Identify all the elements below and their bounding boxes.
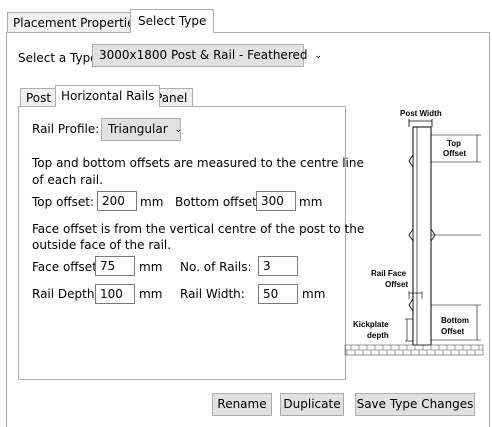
duplicate-button[interactable]: Duplicate bbox=[280, 393, 344, 416]
rail-width-label: Rail Width: bbox=[180, 287, 245, 301]
chevron-down-icon: ⌄ bbox=[174, 125, 183, 135]
top-offset-input[interactable] bbox=[97, 191, 137, 211]
rail-profile-label: Rail Profile: bbox=[32, 122, 100, 136]
chevron-down-icon: ⌄ bbox=[314, 51, 323, 61]
rail-face-label-2: Offset bbox=[385, 280, 408, 289]
top-offset-diagram-label-2: Offset bbox=[443, 149, 466, 158]
ground-hatching bbox=[344, 344, 484, 356]
save-type-changes-button[interactable]: Save Type Changes bbox=[355, 393, 475, 416]
top-offset-unit: mm bbox=[140, 195, 164, 209]
tab-placement-properties[interactable]: Placement Properties bbox=[7, 12, 147, 32]
bottom-offset-diagram-label-2: Offset bbox=[441, 327, 464, 336]
face-note-line1: Face offset is from the vertical centre … bbox=[32, 222, 365, 236]
rail-width-input[interactable] bbox=[258, 284, 298, 304]
rail-face-label: Rail Face bbox=[371, 269, 407, 278]
rail-profile-value: Triangular bbox=[108, 122, 168, 136]
kickplate-label-2: depth bbox=[367, 331, 389, 340]
bottom-offset-label: Bottom offset: bbox=[175, 195, 261, 209]
bottom-offset-unit: mm bbox=[299, 195, 323, 209]
type-select-value: 3000x1800 Post & Rail - Feathered bbox=[99, 48, 308, 62]
rail-depth-unit: mm bbox=[139, 287, 163, 301]
tab-select-type[interactable]: Select Type bbox=[130, 9, 215, 33]
tab-post[interactable]: Post bbox=[20, 88, 58, 106]
rail-middle-shape bbox=[408, 227, 414, 243]
post-shape bbox=[412, 126, 432, 346]
rename-button[interactable]: Rename bbox=[212, 393, 272, 416]
rail-profile-dropdown[interactable]: Triangular ⌄ bbox=[101, 118, 183, 141]
tab-horizontal-rails[interactable]: Horizontal Rails bbox=[55, 85, 161, 107]
post-rail-diagram: Post Width Top Offset Bottom Offset Rail… bbox=[344, 109, 484, 356]
offset-note-line1: Top and bottom offsets are measured to t… bbox=[32, 156, 364, 170]
type-select-dropdown[interactable]: 3000x1800 Post & Rail - Feathered ⌄ bbox=[92, 44, 322, 67]
rail-top-shape bbox=[408, 153, 414, 169]
num-rails-label: No. of Rails: bbox=[180, 260, 252, 274]
face-offset-label: Face offset: bbox=[32, 260, 101, 274]
kickplate-label: Kickplate bbox=[353, 320, 389, 329]
face-offset-unit: mm bbox=[139, 260, 163, 274]
face-note-line2: outside face of the rail. bbox=[32, 238, 172, 252]
face-offset-input[interactable] bbox=[95, 256, 135, 276]
rail-width-unit: mm bbox=[302, 287, 326, 301]
rail-depth-input[interactable] bbox=[95, 284, 135, 304]
rail-bottom-shape bbox=[408, 297, 414, 313]
rail-depth-label: Rail Depth: bbox=[32, 287, 99, 301]
offset-note-line2: of each rail. bbox=[32, 173, 103, 187]
bottom-offset-input[interactable] bbox=[256, 191, 296, 211]
top-offset-label: Top offset: bbox=[32, 195, 95, 209]
post-width-label: Post Width bbox=[400, 109, 442, 118]
num-rails-input[interactable] bbox=[258, 256, 298, 276]
top-offset-diagram-label: Top bbox=[447, 139, 461, 148]
bottom-offset-diagram-label: Bottom bbox=[441, 316, 469, 325]
select-type-label: Select a Type: bbox=[18, 51, 102, 65]
